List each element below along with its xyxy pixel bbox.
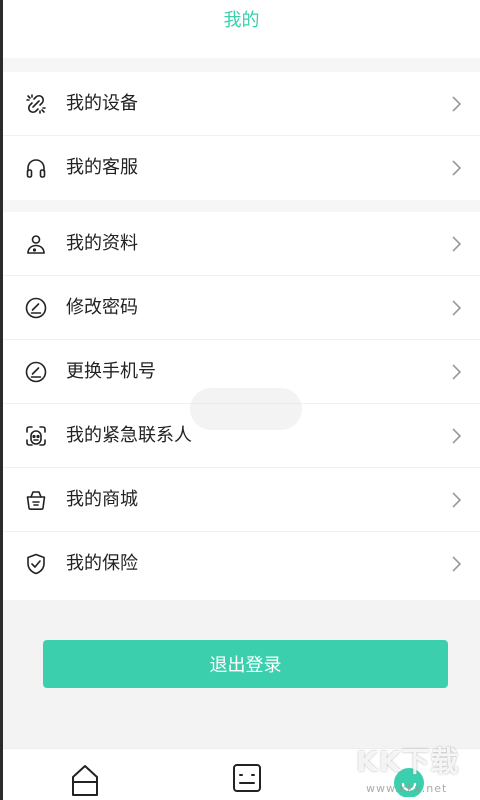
broken-link-icon bbox=[24, 92, 48, 116]
chevron-right-icon bbox=[450, 94, 462, 114]
list-icon bbox=[233, 764, 261, 792]
basket-icon bbox=[24, 488, 48, 512]
menu-item-label: 我的客服 bbox=[66, 157, 138, 178]
edit-circle-icon bbox=[24, 296, 48, 320]
watermark-logo: KK下载 bbox=[356, 745, 460, 778]
chevron-right-icon bbox=[450, 298, 462, 318]
chevron-right-icon bbox=[450, 490, 462, 510]
menu-item-label: 我的紧急联系人 bbox=[66, 425, 192, 446]
page-title: 我的 bbox=[223, 10, 260, 31]
watermark-url: www.kkx.net bbox=[366, 782, 448, 795]
chevron-right-icon bbox=[450, 554, 462, 574]
logout-button[interactable]: 退出登录 bbox=[43, 640, 448, 688]
menu-item-my-device[interactable]: 我的设备 bbox=[3, 72, 480, 136]
menu-item-label: 更换手机号 bbox=[66, 361, 156, 382]
toast-overlay bbox=[190, 388, 302, 430]
page-header: 我的 bbox=[3, 0, 480, 58]
menu-item-my-mall[interactable]: 我的商城 bbox=[3, 468, 480, 532]
shield-check-icon bbox=[24, 552, 48, 576]
watermark: KK下载 www.kkx.net bbox=[356, 740, 476, 800]
menu-item-label: 我的商城 bbox=[66, 489, 138, 510]
menu-item-label: 我的资料 bbox=[66, 233, 138, 254]
menu-item-my-insurance[interactable]: 我的保险 bbox=[3, 532, 480, 596]
tab-home[interactable] bbox=[67, 761, 103, 797]
menu-item-customer-service[interactable]: 我的客服 bbox=[3, 136, 480, 200]
chevron-right-icon bbox=[450, 234, 462, 254]
menu-item-label: 修改密码 bbox=[66, 297, 138, 318]
menu-section-device: 我的设备 我的客服 bbox=[3, 72, 480, 200]
menu-item-label: 我的保险 bbox=[66, 553, 138, 574]
menu-item-label: 我的设备 bbox=[66, 93, 138, 114]
person-icon bbox=[24, 232, 48, 256]
chevron-right-icon bbox=[450, 362, 462, 382]
tab-list[interactable] bbox=[229, 761, 265, 797]
menu-item-my-profile[interactable]: 我的资料 bbox=[3, 212, 480, 276]
chevron-right-icon bbox=[450, 158, 462, 178]
chevron-right-icon bbox=[450, 426, 462, 446]
menu-item-change-password[interactable]: 修改密码 bbox=[3, 276, 480, 340]
edit-circle-icon bbox=[24, 360, 48, 384]
headphones-icon bbox=[24, 156, 48, 180]
face-frame-icon bbox=[24, 424, 48, 448]
home-icon bbox=[72, 765, 98, 796]
